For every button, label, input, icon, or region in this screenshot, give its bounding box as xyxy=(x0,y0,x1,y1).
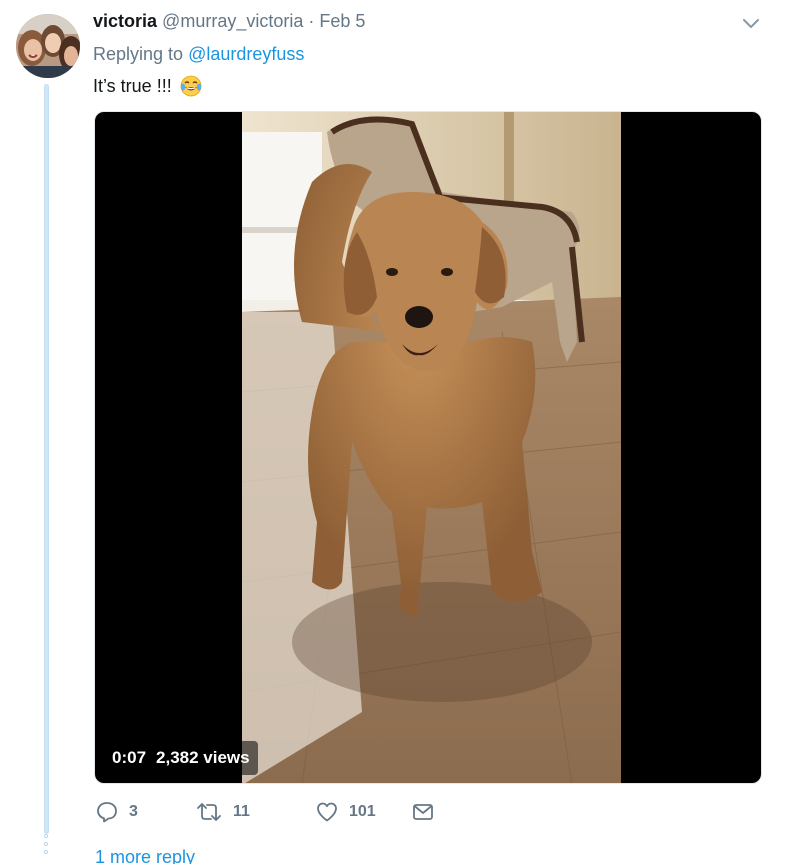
video-duration: 0:07 xyxy=(112,748,147,767)
replying-to-mention[interactable]: @laurdreyfuss xyxy=(188,44,304,64)
header-separator: · xyxy=(308,11,315,31)
display-name[interactable]: victoria xyxy=(93,11,157,31)
tweet-text-content: It’s true !!! xyxy=(93,76,172,96)
retweet-icon xyxy=(195,800,223,824)
reply-icon xyxy=(95,800,119,824)
tweet-actions: 3 11 101 xyxy=(95,798,435,826)
tweet-text: It’s true !!! xyxy=(93,74,202,98)
direct-message-button[interactable] xyxy=(411,800,435,824)
like-button[interactable]: 101 xyxy=(315,800,411,824)
video-player[interactable]: 0:07 2,382 views xyxy=(94,111,762,784)
chevron-down-icon[interactable] xyxy=(740,12,762,34)
video-meta: 0:07 2,382 views xyxy=(104,741,258,775)
more-replies-link[interactable]: 1 more reply xyxy=(95,846,195,864)
like-count: 101 xyxy=(349,803,376,820)
envelope-icon xyxy=(411,800,435,824)
thread-line xyxy=(44,84,49,834)
reply-button[interactable]: 3 xyxy=(95,800,195,824)
avatar[interactable] xyxy=(16,14,80,78)
video-views: 2,382 views xyxy=(156,748,250,767)
replying-prefix: Replying to xyxy=(93,44,184,64)
tweet-date[interactable]: Feb 5 xyxy=(319,11,365,31)
reply-count: 3 xyxy=(129,803,138,820)
tweet-header: victoria @murray_victoria · Feb 5 xyxy=(93,10,365,32)
replying-to: Replying to @laurdreyfuss xyxy=(93,43,304,65)
video-frame xyxy=(242,112,621,783)
thread-dots[interactable] xyxy=(43,834,49,858)
retweet-count: 11 xyxy=(233,803,250,820)
user-handle[interactable]: @murray_victoria xyxy=(162,11,303,31)
heart-icon xyxy=(315,800,339,824)
face-with-tears-of-joy-icon xyxy=(180,75,202,97)
retweet-button[interactable]: 11 xyxy=(195,800,315,824)
tweet: victoria @murray_victoria · Feb 5 Replyi… xyxy=(0,0,806,864)
